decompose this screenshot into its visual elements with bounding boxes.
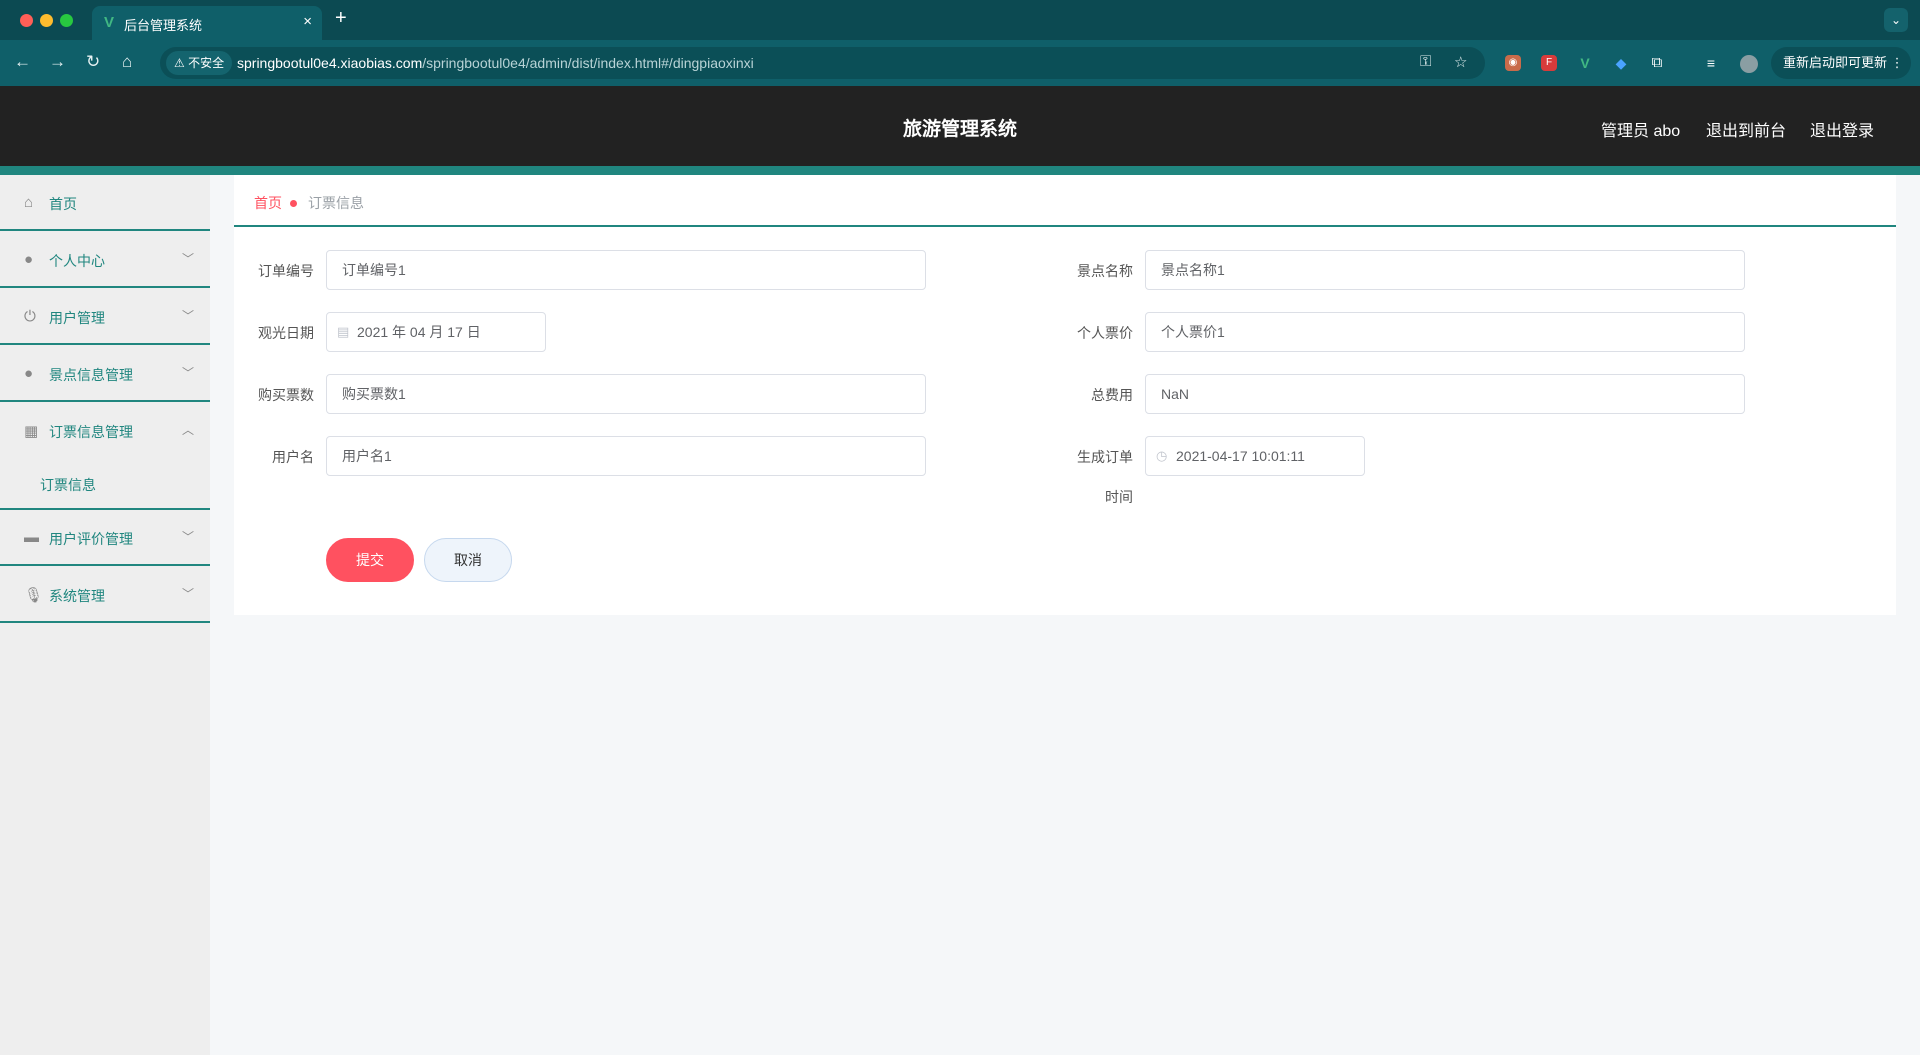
sidebar-item-home[interactable]: ⌂ 首页	[0, 175, 210, 231]
more-menu-icon[interactable]: ⋮	[1891, 55, 1904, 70]
clock-icon: ◷	[1156, 448, 1168, 463]
sidebar-item-label: 订票信息管理	[49, 424, 133, 440]
url-text: springbootul0e4.xiaobias.com/springbootu…	[237, 55, 754, 71]
visit-date-picker[interactable]: ▤ 2021 年 04 月 17 日	[326, 312, 546, 352]
username-label: 用户名	[272, 449, 314, 465]
calendar-icon: ▤	[337, 324, 350, 339]
spot-name-label: 景点名称	[1077, 263, 1133, 279]
breadcrumb-home-link[interactable]: 首页	[254, 193, 282, 213]
extension-vue-icon[interactable]: V	[1577, 55, 1593, 71]
insecure-badge[interactable]: ⚠ 不安全	[166, 51, 233, 75]
home-icon: ⌂	[24, 194, 34, 211]
update-label: 重新启动即可更新	[1783, 55, 1888, 70]
reading-list-icon[interactable]: ≡	[1703, 55, 1719, 71]
unit-price-input[interactable]: 个人票价1	[1145, 312, 1745, 352]
printer-icon: ▬	[24, 529, 39, 546]
sidebar: ⌂ 首页 ● 个人中心 ﹀ ⏻ 用户管理 ﹀ ● 景点信息管理 ﹀ ▦ 订票信息…	[0, 175, 210, 1055]
visit-date-label: 观光日期	[258, 325, 314, 341]
unit-price-label: 个人票价	[1077, 325, 1133, 341]
sidebar-item-label: 个人中心	[49, 253, 105, 269]
chevron-down-icon: ﹀	[181, 309, 194, 323]
username-input[interactable]: 用户名1	[326, 436, 926, 476]
sidebar-item-label: 用户管理	[49, 310, 105, 326]
extension-fe-icon[interactable]: F	[1541, 55, 1557, 71]
chevron-down-icon: ﹀	[181, 366, 194, 380]
logout-link[interactable]: 退出登录	[1810, 117, 1874, 141]
microphone-icon: 🎙	[24, 587, 44, 604]
sidebar-item-label: 景点信息管理	[49, 367, 133, 383]
sidebar-item-reviews[interactable]: ▬ 用户评价管理 ﹀	[0, 510, 210, 566]
back-icon[interactable]: ←	[14, 52, 31, 72]
created-time-label-line2: 时间	[1105, 489, 1133, 505]
tab-title: 后台管理系统	[124, 18, 203, 33]
spot-name-input[interactable]: 景点名称1	[1145, 250, 1745, 290]
url-path: /springbootul0e4/admin/dist/index.html#/…	[422, 55, 754, 71]
user-icon: ●	[24, 365, 34, 382]
browser-tab[interactable]: V 后台管理系统 ×	[92, 6, 322, 40]
chevron-up-icon: ︿	[181, 423, 194, 437]
chevron-down-icon: ﹀	[181, 587, 194, 601]
close-tab-icon[interactable]: ×	[303, 13, 312, 30]
admin-user-label: 管理员 abo	[1601, 123, 1681, 140]
ticket-count-input[interactable]: 购买票数1	[326, 374, 926, 414]
extensions-puzzle-icon[interactable]: ⧉	[1649, 55, 1665, 71]
ticket-form-card: 首页 订票信息 订单编号 订单编号1 景点名称 景点名称1 观光日期 ▤ 202…	[234, 175, 1896, 615]
total-label: 总费用	[1091, 387, 1133, 403]
insecure-label: 不安全	[188, 56, 225, 70]
browser-toolbar: ← → ↻ ⌂ ⚠ 不安全 springbootul0e4.xiaobias.c…	[0, 40, 1920, 86]
visit-date-value: 2021 年 04 月 17 日	[357, 324, 481, 340]
created-time-value: 2021-04-17 10:01:11	[1176, 448, 1305, 464]
order-no-input[interactable]: 订单编号1	[326, 250, 926, 290]
star-icon[interactable]: ☆	[1454, 53, 1467, 71]
url-host: springbootul0e4.xiaobias.com	[237, 55, 423, 71]
close-window-button[interactable]	[20, 14, 33, 27]
sidebar-item-spots[interactable]: ● 景点信息管理 ﹀	[0, 346, 210, 402]
total-input[interactable]: NaN	[1145, 374, 1745, 414]
order-no-label: 订单编号	[258, 263, 314, 279]
sidebar-item-label: 用户评价管理	[49, 531, 133, 547]
created-time-picker[interactable]: ◷ 2021-04-17 10:01:11	[1145, 436, 1365, 476]
user-icon: ●	[24, 251, 34, 268]
vue-logo-icon: V	[104, 14, 115, 31]
sidebar-item-label: 首页	[49, 196, 77, 212]
sidebar-item-profile[interactable]: ● 个人中心 ﹀	[0, 232, 210, 288]
back-to-front-link[interactable]: 退出到前台	[1706, 117, 1786, 141]
address-bar[interactable]: ⚠ 不安全 springbootul0e4.xiaobias.com/sprin…	[160, 47, 1485, 79]
chevron-down-icon: ﹀	[181, 530, 194, 544]
sidebar-subitem-label: 订票信息	[40, 477, 96, 493]
browser-tabbar: V 后台管理系统 × + ⌄	[0, 0, 1920, 40]
created-time-label: 生成订单	[1077, 449, 1133, 465]
key-icon[interactable]: ⚿	[1420, 53, 1431, 70]
tab-search-icon[interactable]: ⌄	[1884, 8, 1908, 32]
minimize-window-button[interactable]	[40, 14, 53, 27]
sidebar-item-label: 系统管理	[49, 588, 105, 604]
new-tab-icon[interactable]: +	[335, 7, 347, 30]
extension-gem-icon[interactable]: ◆	[1613, 55, 1629, 71]
maximize-window-button[interactable]	[60, 14, 73, 27]
cancel-button[interactable]: 取消	[424, 538, 512, 582]
sidebar-item-system[interactable]: 🎙 系统管理 ﹀	[0, 567, 210, 623]
home-icon[interactable]: ⌂	[122, 52, 132, 72]
ticket-count-label: 购买票数	[258, 387, 314, 403]
reload-icon[interactable]: ↻	[86, 52, 100, 72]
power-icon: ⏻	[24, 308, 36, 325]
sidebar-item-users[interactable]: ⏻ 用户管理 ﹀	[0, 289, 210, 345]
chevron-down-icon: ﹀	[181, 252, 194, 266]
forward-icon[interactable]: →	[49, 52, 66, 72]
breadcrumb: 首页 订票信息	[234, 175, 1896, 227]
submit-button[interactable]: 提交	[326, 538, 414, 582]
profile-avatar-icon[interactable]	[1740, 55, 1758, 73]
breadcrumb-current: 订票信息	[308, 195, 364, 211]
app-header: 旅游管理系统 管理员 abo 退出到前台 退出登录	[0, 86, 1920, 166]
extension-avatar-icon[interactable]: ◉	[1505, 55, 1521, 71]
header-accent-stripe	[0, 166, 1920, 175]
sidebar-item-tickets[interactable]: ▦ 订票信息管理 ︿	[0, 403, 210, 459]
grid-icon: ▦	[24, 423, 39, 440]
breadcrumb-separator-icon	[290, 200, 297, 207]
sidebar-subitem-ticket-info[interactable]: 订票信息	[0, 459, 210, 510]
update-button[interactable]: 重新启动即可更新 ⋮	[1771, 47, 1911, 79]
